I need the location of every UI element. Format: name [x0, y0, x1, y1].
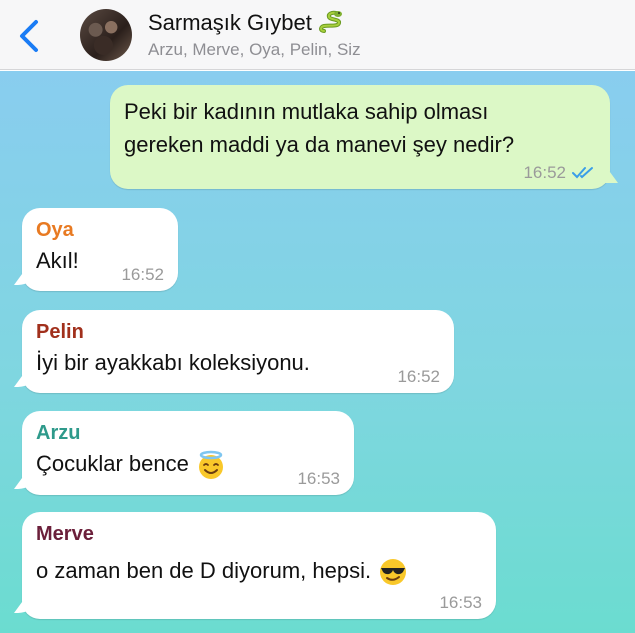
group-avatar[interactable] — [80, 9, 132, 61]
incoming-message-pelin[interactable]: Pelin İyi bir ayakkabı koleksiyonu. 16:5… — [22, 310, 454, 393]
chat-area: Peki bir kadının mutlaka sahip olması ge… — [0, 71, 635, 633]
message-text-row: Çocuklar bence — [36, 449, 340, 481]
incoming-message-oya[interactable]: Oya Akıl! 16:52 — [22, 208, 178, 291]
message-timestamp: 16:53 — [297, 469, 340, 488]
group-title: Sarmaşık Gıybet — [148, 9, 361, 37]
message-timestamp: 16:52 — [397, 367, 440, 386]
chat-header: Sarmaşık Gıybet Arzu, Merve, Oya, Pelin,… — [0, 0, 635, 70]
message-time: 16:52 — [523, 163, 596, 183]
incoming-message-merve[interactable]: Merve o zaman ben de D diyorum, hepsi. 1… — [22, 512, 496, 619]
message-text-line2: gereken maddi ya da manevi şey nedir? — [124, 132, 515, 157]
sender-name: Pelin — [36, 321, 84, 343]
chevron-left-icon — [20, 20, 38, 52]
snake-emoji — [318, 10, 342, 33]
outgoing-message[interactable]: Peki bir kadının mutlaka sahip olması ge… — [110, 85, 610, 189]
message-timestamp: 16:53 — [439, 593, 482, 612]
group-name: Sarmaşık Gıybet — [148, 10, 312, 35]
smiling-face-with-sunglasses-emoji — [380, 559, 407, 586]
message-text: İyi bir ayakkabı koleksiyonu. — [36, 350, 310, 375]
incoming-message-arzu[interactable]: Arzu Çocuklar bence 16:53 — [22, 411, 354, 495]
message-timestamp: 16:52 — [523, 163, 566, 182]
double-check-read-icon — [572, 167, 593, 179]
message-text-line1: Peki bir kadının mutlaka sahip olması — [124, 99, 489, 124]
message-text-row: o zaman ben de D diyorum, hepsi. — [36, 556, 482, 588]
sender-name: Oya — [36, 219, 74, 241]
message-timestamp: 16:52 — [121, 265, 164, 284]
sender-name: Merve — [36, 523, 94, 545]
smiling-face-with-halo-emoji — [199, 450, 223, 480]
group-members: Arzu, Merve, Oya, Pelin, Siz — [148, 40, 361, 59]
sender-name: Arzu — [36, 422, 81, 444]
message-text: o zaman ben de D diyorum, hepsi. — [36, 558, 372, 583]
group-info[interactable]: Sarmaşık Gıybet Arzu, Merve, Oya, Pelin,… — [148, 9, 361, 60]
message-text: Çocuklar bence — [36, 451, 189, 476]
back-button[interactable] — [14, 16, 48, 56]
